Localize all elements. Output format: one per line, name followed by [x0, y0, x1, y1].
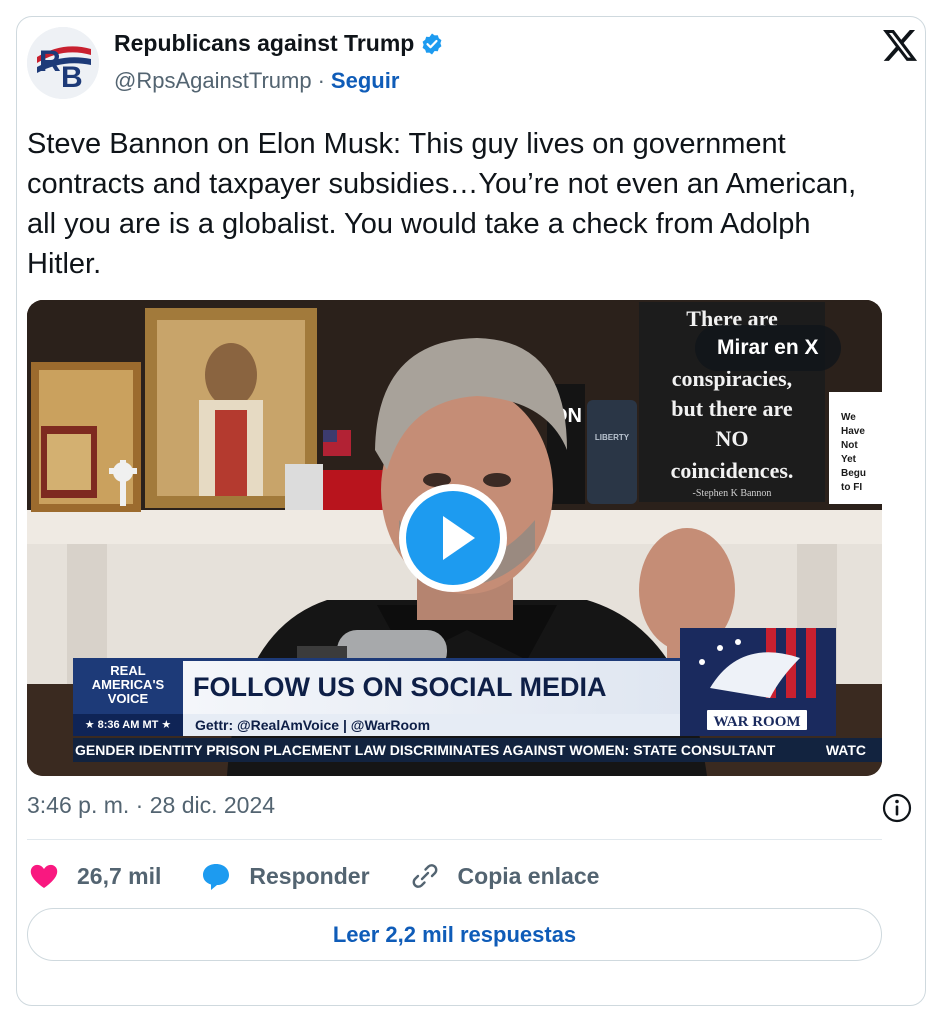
author-avatar[interactable]: R B	[27, 27, 99, 99]
sign-line-5: coincidences.	[671, 458, 794, 483]
follow-banner-text: FOLLOW US ON SOCIAL MEDIA	[183, 658, 680, 714]
broadcast-time-value: 8:36 AM MT	[97, 719, 159, 731]
small-sign-line-1: We	[841, 412, 856, 423]
small-sign-line-4: Yet	[841, 454, 857, 465]
ticker-next-text: WATC	[825, 742, 866, 758]
small-sign-line-3: Not	[841, 440, 858, 451]
copy-link-label: Copia enlace	[457, 862, 600, 889]
mug-text: LIBERTY	[595, 433, 630, 442]
small-sign-line-5: Begu	[841, 468, 866, 479]
war-room-label: WAR ROOM	[705, 708, 809, 732]
network-line-3: VOICE	[107, 691, 149, 706]
handle-separator: ·	[317, 68, 325, 93]
copy-link-button[interactable]: Copia enlace	[408, 859, 600, 893]
read-replies-button[interactable]: Leer 2,2 mil respuestas	[27, 908, 882, 961]
author-handle[interactable]: @RpsAgainstTrump	[114, 68, 312, 94]
footer-divider	[27, 839, 882, 840]
broadcast-time: ★ 8:36 AM MT ★	[73, 714, 183, 736]
ticker-text: GENDER IDENTITY PRISON PLACEMENT LAW DIS…	[75, 742, 776, 758]
tweet-text: Steve Bannon on Elon Musk: This guy live…	[27, 128, 857, 280]
tweet-actions: 26,7 mil Responder Copia enlace	[27, 856, 637, 896]
author-name-row: Republicans against Trump	[114, 30, 444, 57]
small-sign-line-6: to FI	[841, 482, 862, 493]
gettr-handle-text: Gettr: @RealAmVoice | @WarRoom	[183, 714, 680, 736]
watch-on-x-button[interactable]: Mirar en X	[695, 325, 841, 371]
network-line-2: AMERICA'S	[91, 677, 165, 692]
video-player[interactable]: There are conspiracies, but there are NO…	[27, 300, 882, 776]
broadcast-lower-third: REAL AMERICA'S VOICE ★ 8:36 AM MT ★ FOLL…	[73, 628, 836, 740]
reply-label: Responder	[249, 862, 370, 889]
small-sign-line-2: Have	[841, 426, 865, 437]
avatar-letter-r: R	[39, 45, 61, 78]
author-handle-row: @RpsAgainstTrump · Seguir	[114, 68, 399, 94]
avatar-letter-b: B	[61, 61, 83, 94]
follow-button[interactable]: Seguir	[331, 68, 399, 94]
x-logo-icon[interactable]	[881, 26, 919, 64]
info-icon[interactable]	[881, 792, 913, 824]
network-line-1: REAL	[110, 663, 146, 678]
heart-icon	[30, 864, 58, 888]
link-icon	[412, 864, 437, 888]
like-button[interactable]: 26,7 mil	[27, 859, 161, 893]
sign-line-4: NO	[716, 426, 749, 451]
like-count: 26,7 mil	[77, 862, 162, 889]
sign-line-3: but there are	[671, 396, 793, 421]
author-name[interactable]: Republicans against Trump	[114, 30, 414, 57]
avatar-logo: R B	[27, 27, 99, 99]
network-logo: REAL AMERICA'S VOICE	[73, 658, 183, 714]
play-button-icon[interactable]	[397, 482, 509, 594]
verified-badge-icon	[422, 33, 442, 54]
tweet-timestamp[interactable]: 3:46 p. m. · 28 dic. 2024	[27, 792, 275, 819]
news-ticker: GENDER IDENTITY PRISON PLACEMENT LAW DIS…	[73, 738, 882, 762]
reply-button[interactable]: Responder	[199, 859, 370, 893]
sign-signature: -Stephen K Bannon	[693, 488, 772, 499]
reply-bubble-icon	[203, 864, 230, 890]
